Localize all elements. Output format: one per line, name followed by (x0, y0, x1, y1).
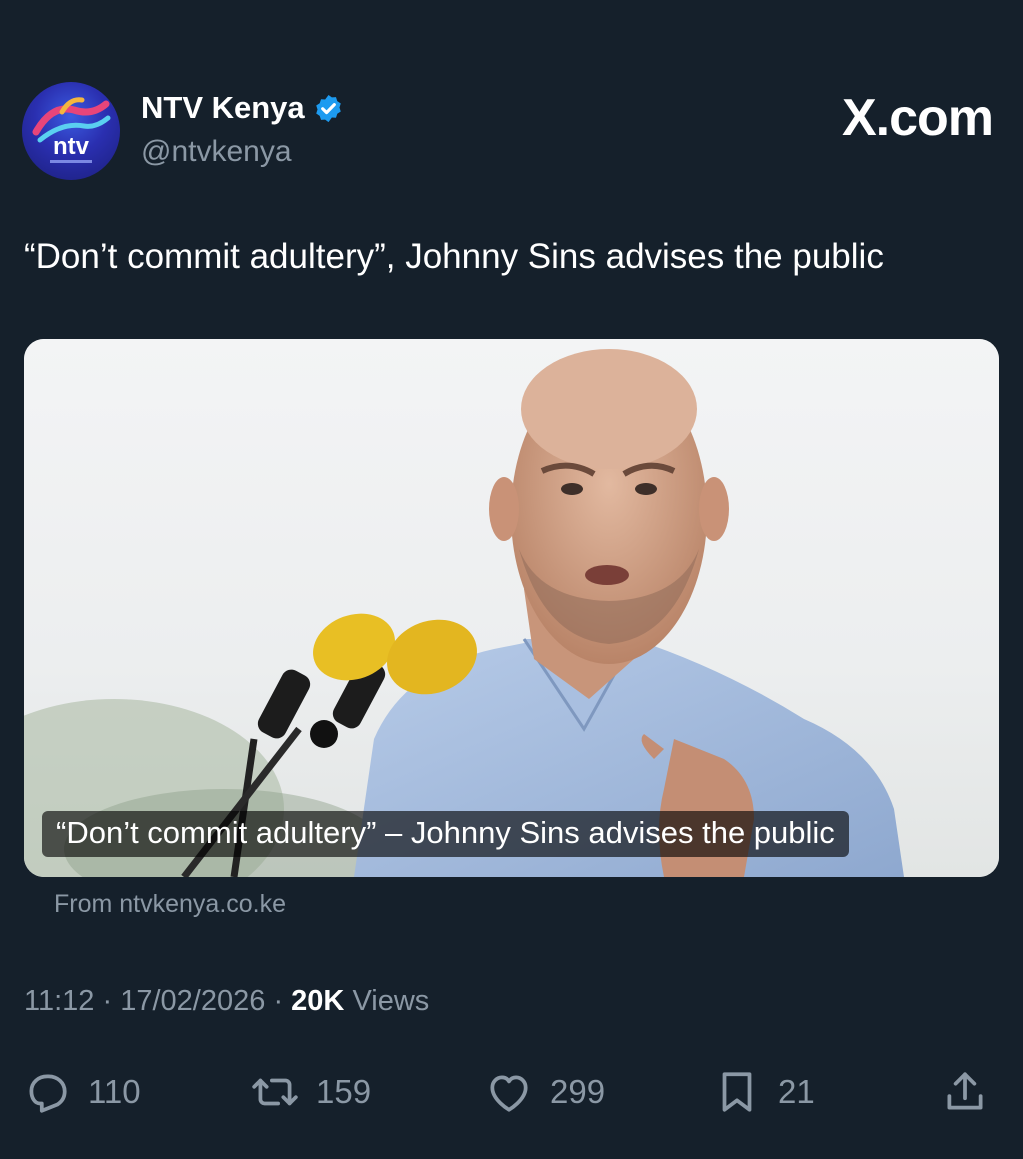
meta-separator: · (273, 985, 284, 1017)
author-name-text: NTV Kenya (141, 90, 305, 125)
like-button[interactable]: 299 (484, 1062, 605, 1122)
reply-button[interactable]: 110 (22, 1062, 141, 1122)
repost-count: 159 (316, 1073, 372, 1110)
reply-icon (29, 1074, 67, 1113)
speaker-photo (24, 339, 999, 877)
media-caption: “Don’t commit adultery” – Johnny Sins ad… (42, 811, 849, 857)
tweet-text: “Don’t commit adultery”, Johnny Sins adv… (24, 237, 884, 276)
author-handle[interactable]: @ntvkenya (141, 135, 292, 169)
tweet-actions-bar: 110 159 299 21 (0, 1062, 1023, 1122)
ntv-logo-icon: ntv (32, 97, 111, 163)
share-icon (947, 1072, 983, 1110)
like-count: 299 (550, 1073, 606, 1110)
views-count: 20K (291, 985, 345, 1017)
author-avatar[interactable]: ntv (22, 82, 120, 180)
views-label: Views (352, 985, 430, 1017)
bookmark-button[interactable]: 21 (712, 1062, 815, 1122)
tweet-date[interactable]: 17/02/2026 (120, 985, 265, 1017)
share-button[interactable] (940, 1062, 990, 1122)
site-label: X.com (841, 89, 994, 147)
reply-count: 110 (88, 1073, 141, 1110)
meta-separator: · (102, 985, 113, 1017)
bookmark-icon (722, 1072, 752, 1112)
repost-button[interactable]: 159 (250, 1062, 371, 1122)
bookmark-count: 21 (778, 1073, 815, 1110)
like-icon (490, 1075, 528, 1112)
author-name[interactable]: NTV Kenya (141, 90, 344, 126)
link-source[interactable]: From ntvkenya.co.ke (54, 890, 286, 919)
tweet-time[interactable]: 11:12 (24, 985, 94, 1017)
repost-icon (252, 1078, 298, 1106)
verified-badge-icon (313, 93, 344, 124)
link-card-image[interactable]: “Don’t commit adultery” – Johnny Sins ad… (24, 339, 999, 877)
tweet-metadata: 11:12 · 17/02/2026 · 20K Views (24, 985, 429, 1018)
tweet-screenshot: ntv NTV Kenya @ntvkenya X.com “Don’t com… (0, 0, 1023, 1159)
avatar-text: ntv (53, 133, 90, 160)
